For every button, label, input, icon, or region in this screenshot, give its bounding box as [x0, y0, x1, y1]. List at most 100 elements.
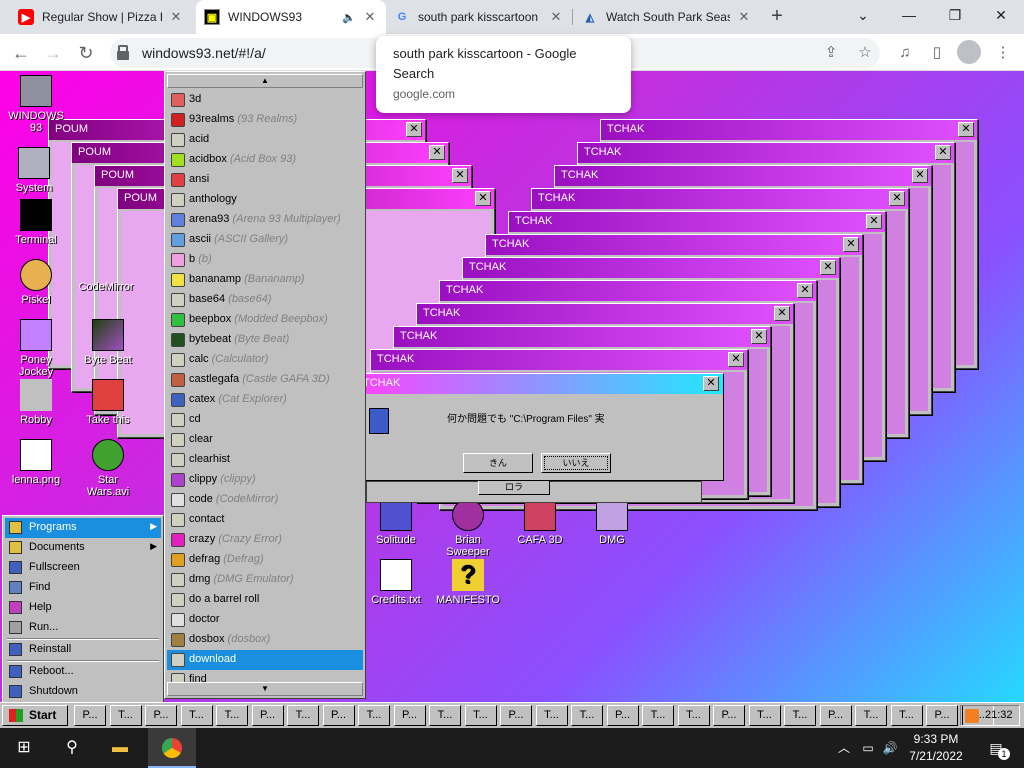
window-close-button[interactable]: ✕ — [978, 0, 1024, 30]
desktop-icon-brian-sweeper[interactable]: Brian Sweeper — [436, 499, 500, 558]
taskbar-window-button[interactable]: T... — [287, 705, 319, 726]
program-item[interactable]: acidbox (Acid Box 93) — [167, 150, 363, 170]
tab-google-search[interactable]: G south park kisscartoon ✕ — [386, 0, 572, 34]
close-icon[interactable]: ✕ — [736, 9, 752, 25]
notification-icon[interactable]: ▤ 1 — [980, 728, 1012, 768]
close-icon[interactable]: ✕ — [935, 145, 951, 160]
taskbar-window-button[interactable]: P... — [251, 705, 284, 726]
tab-kisscartoon[interactable]: ◭ Watch South Park Seas ✕ — [574, 0, 760, 34]
program-item[interactable]: acid — [167, 130, 363, 150]
taskbar-window-button[interactable]: T... — [855, 705, 887, 726]
start-item-run[interactable]: Run... — [5, 618, 161, 638]
close-icon[interactable]: ✕ — [912, 168, 928, 183]
desktop-icon-take-this[interactable]: Take this — [76, 379, 140, 426]
close-icon[interactable]: ✕ — [475, 191, 491, 206]
start-item-reboot[interactable]: Reboot... — [5, 662, 161, 682]
program-item[interactable]: calc (Calculator) — [167, 350, 363, 370]
close-icon[interactable]: ✕ — [548, 9, 564, 25]
chrome-icon[interactable] — [148, 728, 196, 768]
windows-start-icon[interactable]: ⊞ — [0, 728, 48, 768]
program-item[interactable]: do a barrel roll — [167, 590, 363, 610]
program-item[interactable]: catex (Cat Explorer) — [167, 390, 363, 410]
desktop-icon-cafa3d[interactable]: CAFA 3D — [508, 499, 572, 546]
reload-button[interactable]: ↻ — [73, 40, 99, 66]
minimize-button[interactable]: — — [886, 0, 932, 30]
dialog-button-no[interactable]: いいえ — [541, 453, 611, 473]
tab-windows93[interactable]: ▣ WINDOWS93 🔈 ✕ — [196, 0, 386, 34]
program-item[interactable]: clearhist — [167, 450, 363, 470]
taskbar-window-button[interactable]: T... — [180, 705, 213, 726]
taskbar-window-button[interactable]: P... — [606, 705, 639, 726]
program-item[interactable]: doctor — [167, 610, 363, 630]
start-button[interactable]: Start — [2, 705, 68, 726]
desktop-icon-codemirror[interactable]: CodeMirror — [74, 281, 138, 293]
program-item[interactable]: contact — [167, 510, 363, 530]
desktop-icon-credits[interactable]: Credits.txt — [364, 559, 428, 606]
media-control-icon[interactable]: ♫ — [894, 42, 916, 64]
desktop-icon-system[interactable]: System — [2, 147, 66, 194]
program-item[interactable]: dosbox (dosbox) — [167, 630, 363, 650]
close-icon[interactable]: ✕ — [958, 122, 974, 137]
close-icon[interactable]: ✕ — [751, 329, 767, 344]
desktop-icon-lenna[interactable]: lenna.png — [4, 439, 68, 486]
close-icon[interactable]: ✕ — [797, 283, 813, 298]
close-icon[interactable]: ✕ — [703, 376, 719, 391]
search-icon[interactable]: ⚲ — [48, 728, 96, 768]
desktop-icon-solitude[interactable]: Solitude — [364, 499, 428, 546]
taskbar-window-button[interactable]: T... — [535, 705, 568, 726]
network-icon[interactable]: ▭ — [856, 728, 880, 768]
desktop-icon-terminal[interactable]: Terminal — [4, 199, 68, 246]
taskbar-window-button[interactable]: T... — [571, 705, 603, 726]
start-item-fullscreen[interactable]: Fullscreen — [5, 558, 161, 578]
taskbar-window-button[interactable]: T... — [429, 705, 461, 726]
desktop-icon-poney-jockey[interactable]: Poney Jockey — [4, 319, 68, 378]
desktop-icon-dmg[interactable]: DMG — [580, 499, 644, 546]
new-tab-button[interactable]: + — [764, 4, 790, 30]
desktop-icon-robby[interactable]: Robby — [4, 379, 68, 426]
desktop-icon-star-wars[interactable]: Star Wars.avi — [76, 439, 140, 498]
taskbar-window-button[interactable]: T... — [642, 705, 674, 726]
close-icon[interactable]: ✕ — [820, 260, 836, 275]
start-item-reinstall[interactable]: Reinstall — [5, 640, 161, 660]
close-icon[interactable]: ✕ — [843, 237, 859, 252]
close-icon[interactable]: ✕ — [168, 9, 184, 25]
error-dialog[interactable]: TCHAK ✕ 何か問題でも "C:\Program Files" 実 きん いい… — [350, 373, 724, 481]
program-item[interactable]: ansi — [167, 170, 363, 190]
close-icon[interactable]: ✕ — [866, 214, 882, 229]
chevron-up-icon[interactable]: ︿ — [834, 728, 854, 768]
taskbar-window-button[interactable]: P... — [74, 705, 106, 726]
program-item[interactable]: 3d — [167, 90, 363, 110]
restore-button[interactable]: ❐ — [932, 0, 978, 30]
taskbar-window-button[interactable]: T... — [109, 705, 142, 726]
taskbar-window-button[interactable]: T... — [890, 705, 923, 726]
system-clock[interactable]: 9:33 PM 7/21/2022 — [896, 731, 976, 765]
start-item-programs[interactable]: Programs ▶ — [5, 518, 161, 538]
taskbar-window-button[interactable]: T... — [216, 705, 248, 726]
close-icon[interactable]: ✕ — [362, 9, 378, 25]
menu-kebab-icon[interactable]: ⋮ — [992, 42, 1014, 64]
program-item[interactable]: 93realms (93 Realms) — [167, 110, 363, 130]
close-icon[interactable]: ✕ — [889, 191, 905, 206]
dialog-button-yes[interactable]: きん — [463, 453, 533, 473]
share-icon[interactable]: ⇪ — [820, 42, 842, 64]
file-explorer-icon[interactable]: ▬ — [96, 728, 144, 768]
start-item-help[interactable]: Help — [5, 598, 161, 618]
taskbar-window-button[interactable]: P... — [713, 705, 745, 726]
taskbar-window-button[interactable]: P... — [819, 705, 852, 726]
taskbar-window-button[interactable]: T... — [748, 705, 781, 726]
taskbar-window-button[interactable]: P... — [145, 705, 177, 726]
taskbar-window-button[interactable]: P... — [500, 705, 532, 726]
scroll-down-button[interactable]: ▼ — [167, 682, 363, 696]
program-item[interactable]: beepbox (Modded Beepbox) — [167, 310, 363, 330]
program-item[interactable]: code (CodeMirror) — [167, 490, 363, 510]
side-panel-icon[interactable]: ▯ — [926, 42, 948, 64]
program-item[interactable]: bytebeat (Byte Beat) — [167, 330, 363, 350]
bookmark-star-icon[interactable]: ☆ — [854, 42, 876, 64]
taskbar-window-button[interactable]: P... — [926, 705, 958, 726]
back-button[interactable]: ← — [8, 40, 34, 66]
desktop-icon-piskel[interactable]: Piskel — [4, 259, 68, 306]
program-item[interactable]: cd — [167, 410, 363, 430]
start-item-documents[interactable]: Documents ▶ — [5, 538, 161, 558]
program-item[interactable]: ascii (ASCII Gallery) — [167, 230, 363, 250]
program-item[interactable]: bananamp (Bananamp) — [167, 270, 363, 290]
